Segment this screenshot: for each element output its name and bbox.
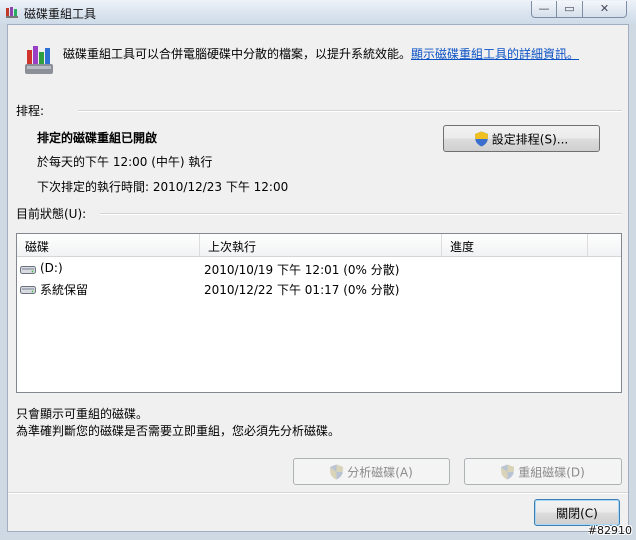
defragment-disk-button[interactable]: 重組磁碟(D) <box>464 458 622 485</box>
analyze-disk-label: 分析磁碟(A) <box>347 465 413 479</box>
disk-last-run: 2010/10/19 下午 12:01 (0% 分散) <box>204 263 400 277</box>
maximize-button[interactable]: ▭ <box>557 1 583 18</box>
uac-shield-icon <box>501 464 515 479</box>
window-title: 磁碟重組工具 <box>24 7 97 21</box>
disk-list[interactable]: 磁碟 上次執行 進度 (D:) 2010/10/19 下午 12:01 (0% … <box>16 233 622 393</box>
defragment-disk-label: 重組磁碟(D) <box>518 465 585 479</box>
close-button-label: 關閉(C) <box>556 506 598 520</box>
column-header-last-run[interactable]: 上次執行 <box>200 234 442 256</box>
watermark: #82910 <box>587 524 632 537</box>
maximize-icon: ▭ <box>564 2 575 15</box>
analyze-disk-button[interactable]: 分析磁碟(A) <box>293 458 450 485</box>
disk-row-system-reserved[interactable]: 系統保留 2010/12/22 下午 01:17 (0% 分散) <box>17 278 621 298</box>
defrag-icon <box>25 46 53 74</box>
uac-shield-icon <box>330 464 344 479</box>
disk-last-run: 2010/12/22 下午 01:17 (0% 分散) <box>204 283 400 297</box>
close-icon: ✕ <box>599 2 610 15</box>
schedule-divider <box>78 110 622 112</box>
footer-divider <box>8 492 628 494</box>
hard-drive-icon <box>20 266 36 274</box>
uac-shield-icon <box>474 131 488 146</box>
details-link[interactable]: 顯示磁碟重組工具的詳細資訊。 <box>411 47 579 61</box>
status-divider <box>100 213 622 215</box>
schedule-next-run: 下次排定的執行時間: 2010/12/23 下午 12:00 <box>37 180 289 194</box>
column-header-disk[interactable]: 磁碟 <box>17 234 200 256</box>
disk-name: 系統保留 <box>40 283 89 297</box>
disk-row-d[interactable]: (D:) 2010/10/19 下午 12:01 (0% 分散) <box>17 258 621 278</box>
disk-list-header: 磁碟 上次執行 進度 <box>17 234 621 257</box>
intro-description: 磁碟重組工具可以合併電腦硬碟中分散的檔案，以提升系統效能。 <box>63 47 412 61</box>
current-status-label: 目前狀態(U): <box>16 207 87 221</box>
intro-text: 磁碟重組工具可以合併電腦硬碟中分散的檔案，以提升系統效能。顯示磁碟重組工具的詳細… <box>63 45 579 62</box>
configure-schedule-button[interactable]: 設定排程(S)... <box>443 125 600 152</box>
hard-drive-icon <box>20 286 36 294</box>
close-button[interactable]: 關閉(C) <box>534 499 620 526</box>
title-bar[interactable]: 磁碟重組工具 — ▭ ✕ <box>0 0 636 24</box>
schedule-status: 排定的磁碟重組已開啟 <box>37 131 158 145</box>
defrag-small-icon <box>6 7 18 18</box>
note-analyze-first: 為準確判斷您的磁碟是否需要立即重組，您必須先分析磁碟。 <box>16 424 341 438</box>
schedule-run-time: 於每天的下午 12:00 (中午) 執行 <box>37 155 213 169</box>
minimize-button[interactable]: — <box>531 1 557 18</box>
disk-name: (D:) <box>40 261 63 275</box>
note-defraggable-only: 只會顯示可重組的磁碟。 <box>16 407 149 421</box>
column-header-progress[interactable]: 進度 <box>442 234 588 256</box>
minimize-icon: — <box>538 2 550 15</box>
schedule-section-label: 排程: <box>16 104 45 118</box>
dialog-body: 磁碟重組工具可以合併電腦硬碟中分散的檔案，以提升系統效能。顯示磁碟重組工具的詳細… <box>7 24 629 532</box>
close-window-button[interactable]: ✕ <box>583 1 627 18</box>
configure-schedule-label: 設定排程(S)... <box>491 132 569 146</box>
